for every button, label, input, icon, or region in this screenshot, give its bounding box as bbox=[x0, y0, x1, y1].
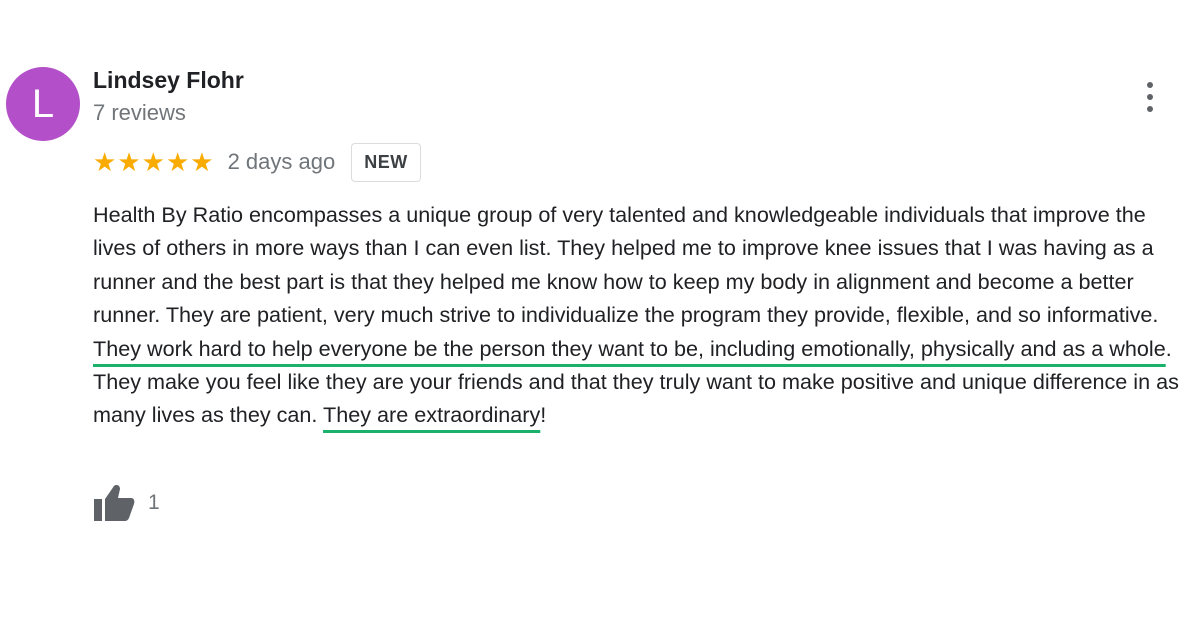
avatar-initial: L bbox=[31, 81, 55, 126]
review-time: 2 days ago bbox=[227, 149, 336, 174]
rating-row: ★ ★ ★ ★ ★ 2 days ago NEW bbox=[93, 142, 421, 182]
avatar[interactable]: L bbox=[6, 67, 80, 141]
star-icon: ★ bbox=[190, 147, 214, 177]
review-text-highlight: They work hard to help everyone be the p… bbox=[93, 335, 1166, 361]
more-options-button[interactable] bbox=[1138, 82, 1162, 112]
star-rating: ★ ★ ★ ★ ★ bbox=[93, 149, 214, 175]
new-badge: NEW bbox=[351, 142, 421, 182]
review-text-part: ! bbox=[540, 402, 547, 428]
star-icon: ★ bbox=[165, 147, 190, 177]
more-vert-icon-dot bbox=[1147, 106, 1153, 112]
author-name[interactable]: Lindsey Flohr bbox=[93, 67, 244, 94]
review-text-highlight: They are extraordinary bbox=[323, 402, 541, 428]
thumb-up-icon[interactable] bbox=[93, 484, 135, 522]
more-vert-icon bbox=[1147, 82, 1153, 88]
like-row: 1 bbox=[93, 484, 160, 522]
review-text-part: Health By Ratio encompasses a unique gro… bbox=[93, 202, 1159, 328]
review-text: Health By Ratio encompasses a unique gro… bbox=[93, 198, 1191, 432]
star-icon: ★ bbox=[117, 147, 141, 177]
like-count: 1 bbox=[148, 491, 160, 514]
star-icon: ★ bbox=[93, 147, 117, 177]
more-vert-icon-dot bbox=[1147, 94, 1153, 100]
star-icon: ★ bbox=[141, 147, 165, 177]
author-review-count: 7 reviews bbox=[93, 100, 186, 125]
